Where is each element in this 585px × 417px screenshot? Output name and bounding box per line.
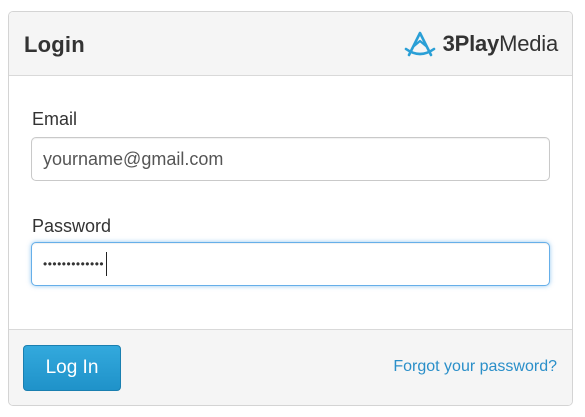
panel-footer: Log In Forgot your password? — [9, 329, 572, 405]
brand-name-bold: 3Play — [442, 31, 500, 56]
page-title: Login — [24, 32, 85, 57]
login-button[interactable]: Log In — [23, 345, 121, 391]
text-cursor — [106, 252, 108, 276]
email-value: yourname@gmail.com — [43, 148, 224, 169]
panel-header: Login 3PlayMedia — [9, 12, 572, 76]
brand-name: 3PlayMedia — [442, 31, 559, 57]
password-label: Password — [32, 216, 112, 236]
email-field[interactable]: yourname@gmail.com — [31, 137, 550, 181]
login-form: Email yourname@gmail.com Password ••••••… — [9, 76, 572, 331]
email-label: Email — [32, 109, 78, 129]
brand-logo: 3PlayMedia — [403, 29, 558, 59]
forgot-password-link[interactable]: Forgot your password? — [393, 358, 557, 376]
brand-name-regular: Media — [499, 31, 558, 56]
3play-logo-icon — [403, 29, 437, 59]
login-panel: Login 3PlayMedia Email yourname@gmail.co… — [8, 11, 573, 406]
password-field[interactable]: ••••••••••••• — [31, 242, 550, 286]
password-value: ••••••••••••• — [43, 257, 105, 271]
